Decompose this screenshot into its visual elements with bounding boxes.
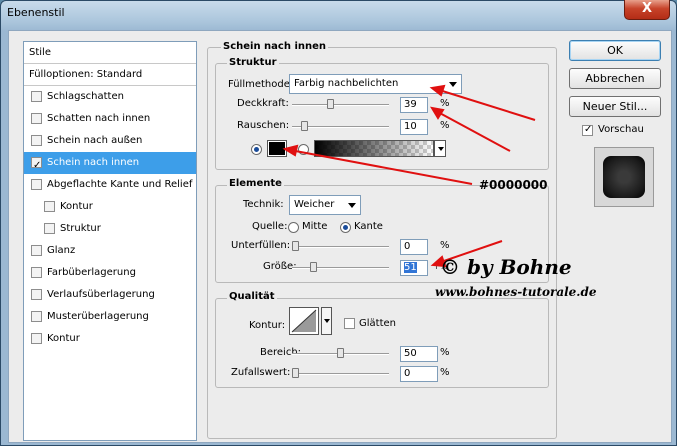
arrow-color xyxy=(289,149,473,185)
arrow-opacity xyxy=(435,110,511,152)
url-annotation: www.bohnes-tutorale.de xyxy=(435,285,597,299)
arrow-blend-mode xyxy=(435,88,536,121)
color-code-annotation: #0000000 xyxy=(479,178,548,192)
credit-annotation: © by Bohne xyxy=(440,255,572,279)
annotation-arrows xyxy=(282,84,536,268)
dialog-window: Ebenenstil X Stile Fülloptionen: Standar… xyxy=(0,0,677,446)
